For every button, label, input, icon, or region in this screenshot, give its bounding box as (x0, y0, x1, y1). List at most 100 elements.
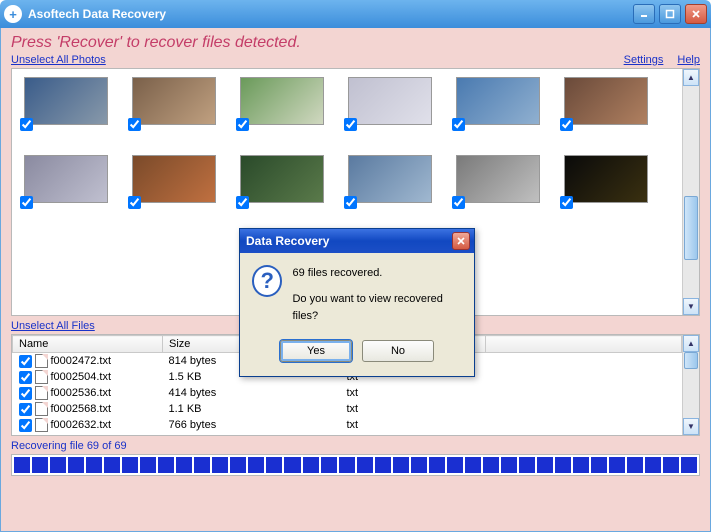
thumbnail-image (24, 155, 108, 203)
progress-segment (303, 457, 319, 473)
app-icon (4, 5, 22, 23)
file-icon (35, 386, 48, 400)
unselect-all-photos-link[interactable]: Unselect All Photos (11, 54, 106, 66)
progress-segment (284, 457, 300, 473)
photo-thumbnail[interactable] (128, 77, 218, 125)
photo-thumbnail[interactable] (452, 155, 542, 203)
progress-segment (266, 457, 282, 473)
photo-checkbox[interactable] (344, 118, 357, 131)
thumbnail-image (564, 155, 648, 203)
photo-checkbox[interactable] (344, 196, 357, 209)
progress-segment (645, 457, 661, 473)
settings-link[interactable]: Settings (624, 54, 664, 66)
file-name: f0002536.txt (51, 387, 112, 399)
question-icon: ? (252, 265, 282, 297)
file-size: 1.1 KB (163, 401, 341, 417)
file-checkbox[interactable] (19, 387, 32, 400)
column-header-name[interactable]: Name (13, 336, 163, 353)
photo-thumbnail[interactable] (452, 77, 542, 125)
help-link[interactable]: Help (677, 54, 700, 66)
progress-bar (11, 454, 700, 476)
photo-checkbox[interactable] (128, 196, 141, 209)
progress-segment (393, 457, 409, 473)
photo-thumbnail[interactable] (560, 155, 650, 203)
photo-checkbox[interactable] (128, 118, 141, 131)
progress-segment (555, 457, 571, 473)
photo-checkbox[interactable] (452, 196, 465, 209)
thumbnail-image (24, 77, 108, 125)
file-name: f0002632.txt (51, 419, 112, 431)
photo-checkbox[interactable] (560, 118, 573, 131)
progress-segment (339, 457, 355, 473)
photo-thumbnail[interactable] (344, 77, 434, 125)
photo-thumbnail[interactable] (20, 155, 110, 203)
file-checkbox[interactable] (19, 355, 32, 368)
column-header-blank[interactable] (486, 336, 682, 353)
progress-segment (50, 457, 66, 473)
progress-segment (194, 457, 210, 473)
table-row[interactable]: f0002568.txt1.1 KBtxt (13, 401, 682, 417)
unselect-all-files-link[interactable]: Unselect All Files (11, 320, 95, 332)
progress-segment (609, 457, 625, 473)
progress-segment (140, 457, 156, 473)
thumbnail-image (240, 155, 324, 203)
no-button[interactable]: No (362, 340, 434, 362)
progress-segment (501, 457, 517, 473)
scroll-up-icon[interactable]: ▲ (683, 335, 699, 352)
photo-checkbox[interactable] (236, 118, 249, 131)
close-button[interactable] (685, 4, 707, 24)
photo-checkbox[interactable] (452, 118, 465, 131)
photos-scrollbar[interactable]: ▲ ▼ (682, 69, 699, 315)
thumbnail-image (348, 77, 432, 125)
thumbnail-image (564, 77, 648, 125)
scroll-thumb[interactable] (684, 196, 698, 260)
progress-segment (537, 457, 553, 473)
progress-segment (122, 457, 138, 473)
file-extension: txt (341, 417, 486, 433)
photo-thumbnail[interactable] (560, 77, 650, 125)
progress-segment (86, 457, 102, 473)
file-name: f0002472.txt (51, 355, 112, 367)
photo-checkbox[interactable] (20, 196, 33, 209)
thumbnail-image (348, 155, 432, 203)
yes-button[interactable]: Yes (280, 340, 352, 362)
progress-segment (321, 457, 337, 473)
photo-checkbox[interactable] (20, 118, 33, 131)
file-checkbox[interactable] (19, 419, 32, 432)
photo-thumbnail[interactable] (236, 155, 326, 203)
progress-segment (483, 457, 499, 473)
photo-checkbox[interactable] (560, 196, 573, 209)
scroll-up-icon[interactable]: ▲ (683, 69, 699, 86)
table-row[interactable]: f0002536.txt414 bytestxt (13, 385, 682, 401)
dialog-close-button[interactable] (452, 232, 470, 250)
progress-segment (14, 457, 30, 473)
photo-thumbnail[interactable] (128, 155, 218, 203)
file-extension: txt (341, 385, 486, 401)
file-checkbox[interactable] (19, 371, 32, 384)
maximize-button[interactable] (659, 4, 681, 24)
progress-segment (68, 457, 84, 473)
progress-segment (519, 457, 535, 473)
instruction-text: Press 'Recover' to recover files detecte… (11, 34, 700, 52)
table-row[interactable]: f0002632.txt766 bytestxt (13, 417, 682, 433)
photo-checkbox[interactable] (236, 196, 249, 209)
scroll-thumb[interactable] (684, 352, 698, 369)
files-scrollbar[interactable]: ▲ ▼ (682, 335, 699, 435)
file-checkbox[interactable] (19, 403, 32, 416)
photo-thumbnail[interactable] (236, 77, 326, 125)
progress-segment (627, 457, 643, 473)
scroll-down-icon[interactable]: ▼ (683, 298, 699, 315)
dialog-title: Data Recovery (244, 234, 452, 248)
progress-segment (375, 457, 391, 473)
progress-segment (104, 457, 120, 473)
progress-segment (681, 457, 697, 473)
scroll-down-icon[interactable]: ▼ (683, 418, 699, 435)
photo-thumbnail[interactable] (344, 155, 434, 203)
file-icon (35, 402, 48, 416)
progress-segment (591, 457, 607, 473)
progress-segment (212, 457, 228, 473)
photo-thumbnail[interactable] (20, 77, 110, 125)
minimize-button[interactable] (633, 4, 655, 24)
file-icon (35, 370, 48, 384)
progress-segment (411, 457, 427, 473)
